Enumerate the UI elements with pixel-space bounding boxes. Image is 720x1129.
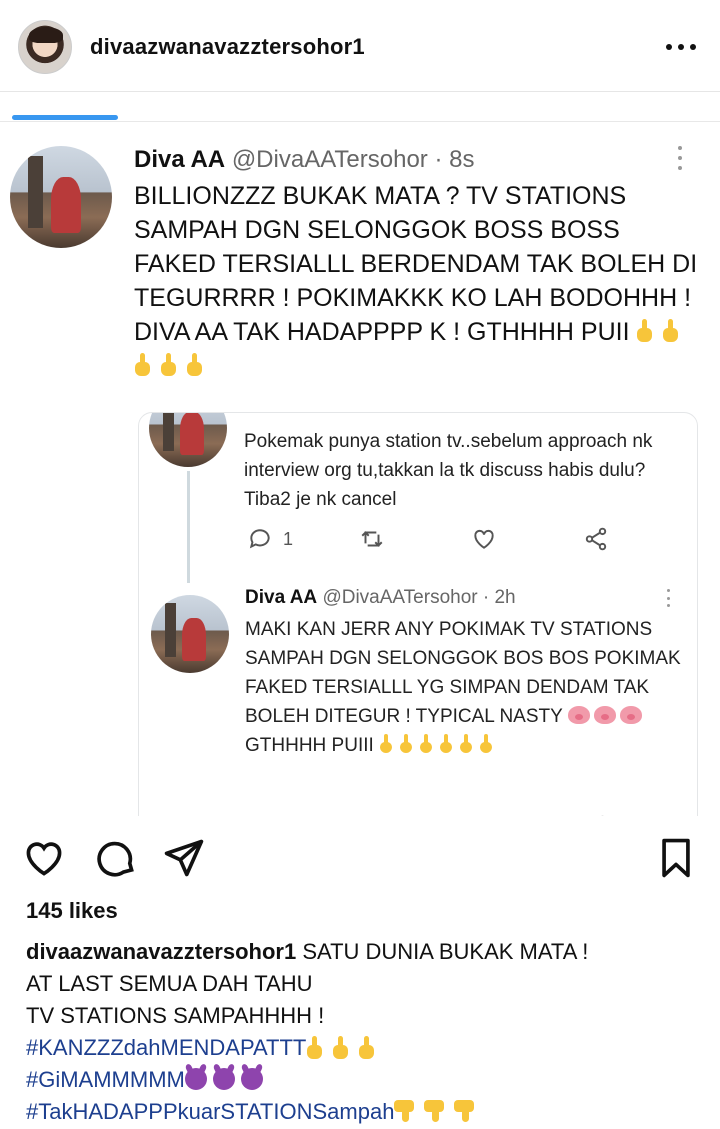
heart-icon[interactable] — [22, 836, 66, 880]
middle-finger-emoji — [332, 1036, 349, 1059]
tweet-author-handle: @DivaAATersohor · 8s — [231, 146, 475, 173]
post-image[interactable]: Diva AA @DivaAATersohor · 8s BILLIONZZZ … — [0, 122, 720, 816]
hashtag-link[interactable]: #GiMAMMMMM — [26, 1067, 185, 1092]
caption-hashtag-line: #GiMAMMMMM — [26, 1064, 706, 1096]
likes-count[interactable]: 145 likes — [26, 898, 118, 924]
bookmark-icon[interactable] — [654, 836, 698, 880]
caption-text-line1: SATU DUNIA BUKAK MATA ! — [302, 939, 589, 964]
middle-finger-emoji — [160, 353, 178, 377]
pig-face-emoji — [567, 706, 590, 724]
middle-finger-emoji — [419, 734, 433, 754]
angry-devil-emoji — [212, 1068, 235, 1090]
thumbs-down-emoji — [424, 1100, 445, 1122]
caption-line: divaazwanavazztersohor1 SATU DUNIA BUKAK… — [26, 936, 706, 968]
pig-face-emoji — [619, 706, 642, 724]
reply2-avatar — [151, 595, 229, 673]
reply2-more-icon — [667, 589, 671, 607]
card-fade — [139, 801, 697, 816]
thumbs-down-emoji — [454, 1100, 475, 1122]
share-nodes-icon — [583, 525, 609, 553]
avatar[interactable] — [18, 20, 72, 74]
like-heart-icon — [471, 525, 497, 553]
reply-count-value: 1 — [283, 528, 294, 549]
retweet-icon — [359, 525, 385, 553]
caption-hashtag-line: #KANZZZdahMENDAPATTT — [26, 1032, 706, 1064]
comment-icon[interactable] — [94, 836, 138, 880]
middle-finger-emoji — [662, 319, 680, 343]
middle-finger-emoji — [459, 734, 473, 754]
middle-finger-emoji — [186, 353, 204, 377]
reply2-text-tail: GTHHHH PUIII — [245, 735, 374, 756]
reply2-author-handle: @DivaAATersohor · 2h — [322, 587, 516, 608]
hashtag-link[interactable]: #KANZZZdahMENDAPATTT — [26, 1035, 306, 1060]
middle-finger-emoji — [636, 319, 654, 343]
reply2-author-name: Diva AA — [245, 587, 318, 608]
tweet-more-icon — [678, 146, 684, 170]
comment-icon — [249, 529, 270, 549]
post-header: divaazwanavazztersohor1 — [0, 0, 720, 92]
middle-finger-emoji — [306, 1036, 323, 1059]
reply-avatar — [149, 413, 227, 467]
middle-finger-emoji — [479, 734, 493, 754]
carousel-indicator — [12, 115, 118, 120]
reply2-text: MAKI KAN JERR ANY POKIMAK TV STATIONS SA… — [245, 615, 685, 760]
tweet-author-name: Diva AA — [134, 146, 226, 173]
reply-text: Pokemak punya station tv..sebelum approa… — [244, 431, 653, 510]
thumbs-down-emoji — [394, 1100, 415, 1122]
tweet-text: BILLIONZZZ BUKAK MATA ? TV STATIONS SAMP… — [134, 179, 704, 383]
middle-finger-emoji — [439, 734, 453, 754]
angry-devil-emoji — [240, 1068, 263, 1090]
post-actions — [0, 830, 720, 884]
thread-line — [187, 471, 190, 583]
hashtag-link[interactable]: #TakHADAPPPkuarSTATIONSampah — [26, 1099, 394, 1124]
tweet-avatar — [10, 146, 112, 248]
caption-text-line2: AT LAST SEMUA DAH TAHU — [26, 971, 313, 996]
more-options-icon[interactable] — [666, 44, 696, 52]
middle-finger-emoji — [379, 734, 393, 754]
reply2-text-body: MAKI KAN JERR ANY POKIMAK TV STATIONS SA… — [245, 619, 681, 727]
middle-finger-emoji — [134, 353, 152, 377]
reply2-author: Diva AA @DivaAATersohor · 2h — [245, 587, 516, 609]
caption-text-line3: TV STATIONS SAMPAHHHH ! — [26, 1003, 325, 1028]
post-caption: divaazwanavazztersohor1 SATU DUNIA BUKAK… — [26, 936, 706, 1128]
paper-plane-icon[interactable] — [162, 836, 206, 880]
post-username[interactable]: divaazwanavazztersohor1 — [90, 34, 365, 60]
reply-thread-card: Pokemak punya station tv..sebelum approa… — [138, 412, 698, 816]
middle-finger-emoji — [399, 734, 413, 754]
caption-hashtag-line: #TakHADAPPPkuarSTATIONSampah — [26, 1096, 706, 1128]
caption-username[interactable]: divaazwanavazztersohor1 — [26, 939, 296, 964]
angry-devil-emoji — [184, 1068, 207, 1090]
reply-count: 1 — [247, 525, 293, 553]
pig-face-emoji — [593, 706, 616, 724]
reply-actions: 1 — [247, 525, 637, 553]
tweet-text-body: BILLIONZZZ BUKAK MATA ? TV STATIONS SAMP… — [134, 182, 698, 346]
middle-finger-emoji — [358, 1036, 375, 1059]
tweet-author: Diva AA @DivaAATersohor · 8s — [134, 146, 474, 174]
